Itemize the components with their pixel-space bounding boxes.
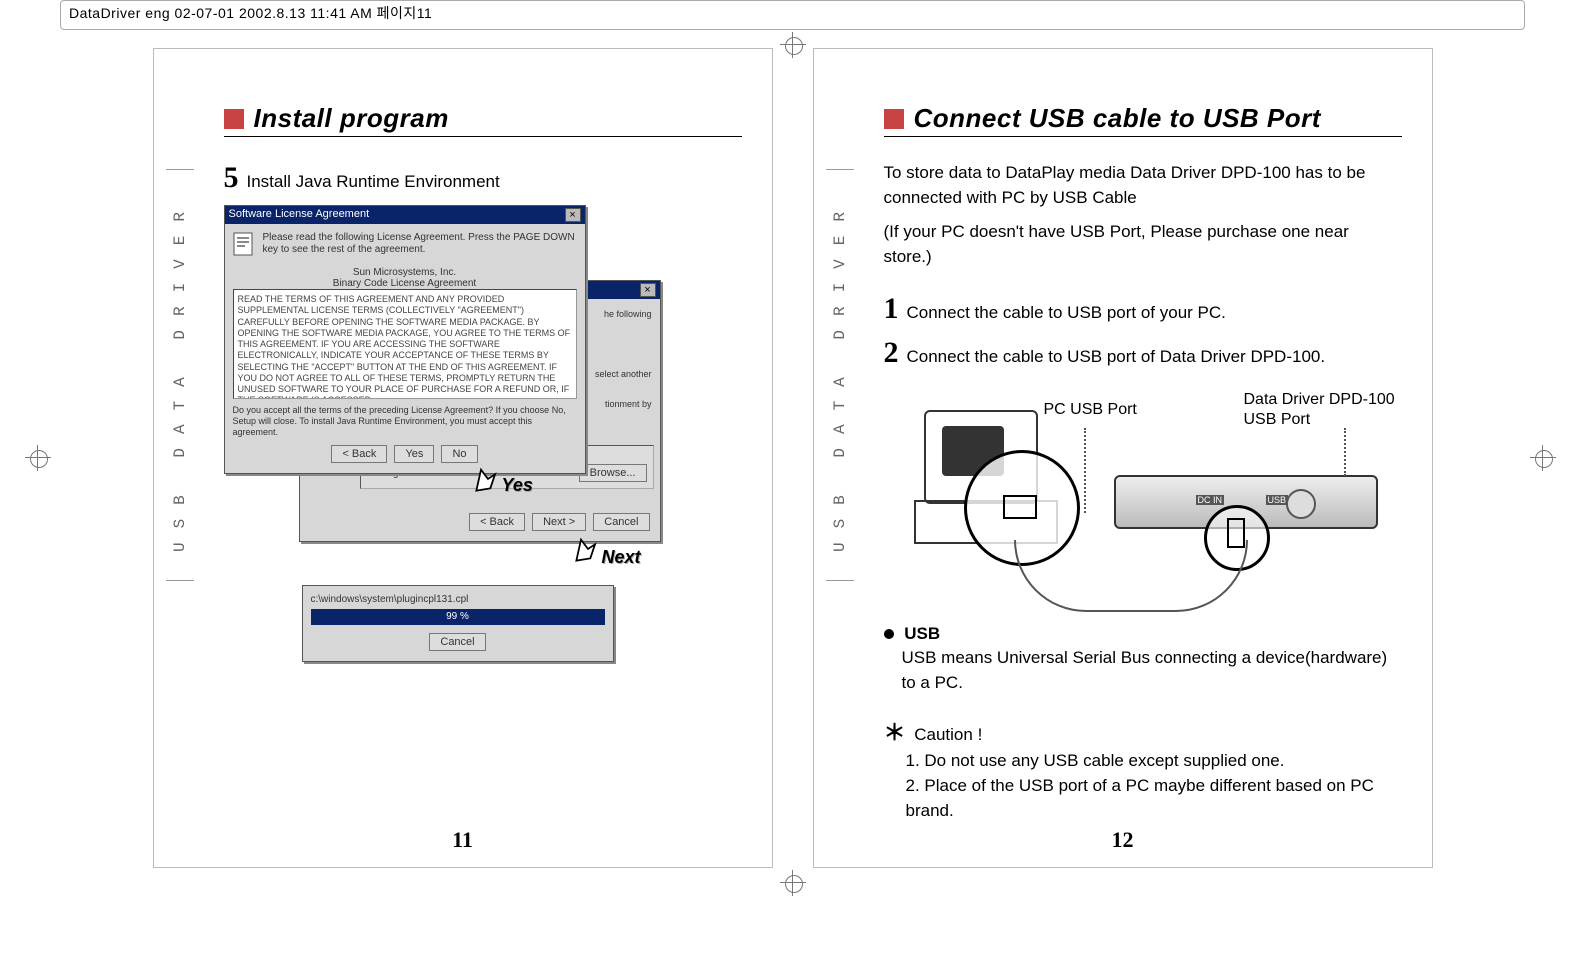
device-label: Data Driver DPD-100 USB Port [1244, 390, 1395, 432]
frag-text-2: select another [595, 369, 652, 379]
license-body: READ THE TERMS OF THIS AGREEMENT AND ANY… [233, 289, 577, 399]
step-2-text: Connect the cable to USB port of Data Dr… [907, 347, 1326, 367]
side-tab-text: USB DATA DRIVER [831, 198, 849, 552]
cancel-button[interactable]: Cancel [593, 513, 649, 531]
next-button[interactable]: Next > [532, 513, 586, 531]
section-title-marker [224, 109, 244, 129]
close-icon[interactable]: × [565, 208, 581, 222]
side-tab-text: USB DATA DRIVER [171, 198, 189, 552]
close-icon[interactable]: × [640, 283, 656, 297]
section-title-row: Install program [224, 103, 742, 137]
caution-1: 1. Do not use any USB cable except suppl… [906, 749, 1402, 774]
device-label-line2: USB Port [1244, 411, 1311, 428]
side-tab-left: USB DATA DRIVER [166, 169, 194, 581]
step-1-number: 1 [884, 292, 899, 326]
pc-port-label: PC USB Port [1044, 400, 1137, 421]
license-window-title: Software License Agreement [229, 208, 370, 222]
progress-window: c:\windows\system\plugincpl131.cpl 99 % … [302, 585, 614, 662]
back-button[interactable]: < Back [331, 445, 387, 463]
license-window: Software License Agreement × Please read… [224, 205, 586, 474]
caution-section: ＊ Caution ! 1. Do not use any USB cable … [884, 717, 1402, 823]
intro-text: To store data to DataPlay media Data Dri… [884, 161, 1402, 210]
caution-head: Caution ! [914, 725, 982, 744]
page-number-right: 12 [814, 827, 1432, 853]
yes-callout-label: Yes [502, 475, 533, 496]
license-window-titlebar: Software License Agreement × [225, 206, 585, 224]
asterisk-icon: ＊ [884, 720, 906, 745]
step-2-number: 2 [884, 336, 899, 370]
step-5-number: 5 [224, 161, 239, 195]
browse-button[interactable]: Browse... [579, 464, 647, 482]
usb-head: USB [904, 624, 940, 643]
device-dial-icon [1286, 489, 1316, 519]
next-callout-label: Next [602, 547, 641, 568]
usb-cable [1014, 540, 1248, 612]
frag-text-1: he following [604, 309, 652, 319]
bullet-icon [884, 629, 894, 639]
port-dcin-label: DC IN [1196, 495, 1225, 505]
step-1: 1 Connect the cable to USB port of your … [884, 292, 1402, 326]
step-2: 2 Connect the cable to USB port of Data … [884, 336, 1402, 370]
step-5: 5 Install Java Runtime Environment [224, 161, 742, 195]
frag-text-3: tionment by [605, 399, 652, 409]
document-icon [233, 232, 255, 261]
page-number-left: 11 [154, 827, 772, 853]
step-1-text: Connect the cable to USB port of your PC… [907, 303, 1226, 323]
port-usb-label: USB [1266, 495, 1289, 505]
no-button[interactable]: No [441, 445, 477, 463]
section-title: Install program [254, 103, 449, 134]
usb-connection-diagram: PC USB Port Data Driver DPD-100 USB Port [884, 390, 1402, 610]
back-button-2[interactable]: < Back [469, 513, 525, 531]
license-subtitle: Binary Code License Agreement [233, 278, 577, 289]
cancel-button-2[interactable]: Cancel [429, 633, 485, 651]
section-title: Connect USB cable to USB Port [914, 103, 1321, 134]
leader-line-device [1344, 428, 1346, 476]
yes-button[interactable]: Yes [394, 445, 434, 463]
page-left: USB DATA DRIVER Install program 5 Instal… [153, 48, 773, 868]
intro-text-paren: (If your PC doesn't have USB Port, Pleas… [884, 220, 1402, 269]
source-file-tag: DataDriver eng 02-07-01 2002.8.13 11:41 … [60, 0, 1525, 30]
section-title-marker [884, 109, 904, 129]
registration-mark-bottom [780, 870, 806, 896]
screenshot-stack: Software License Agreement × Please read… [224, 205, 742, 685]
step-5-text: Install Java Runtime Environment [247, 172, 500, 192]
license-confirm: Do you accept all the terms of the prece… [233, 405, 577, 437]
license-company: Sun Microsystems, Inc. [233, 267, 577, 278]
leader-line-pc [1084, 428, 1086, 513]
page-spread: USB DATA DRIVER Install program 5 Instal… [0, 48, 1585, 868]
page-right: USB DATA DRIVER Connect USB cable to USB… [813, 48, 1433, 868]
device-label-line1: Data Driver DPD-100 [1244, 391, 1395, 408]
side-tab-right: USB DATA DRIVER [826, 169, 854, 581]
section-title-row: Connect USB cable to USB Port [884, 103, 1402, 137]
caution-2: 2. Place of the USB port of a PC maybe d… [906, 774, 1402, 823]
license-header-text: Please read the following License Agreem… [263, 232, 577, 261]
progress-path: c:\windows\system\plugincpl131.cpl [311, 594, 605, 605]
usb-body: USB means Universal Serial Bus connectin… [902, 646, 1402, 695]
progress-bar: 99 % [311, 609, 605, 625]
usb-glossary: USB USB means Universal Serial Bus conne… [884, 622, 1402, 696]
